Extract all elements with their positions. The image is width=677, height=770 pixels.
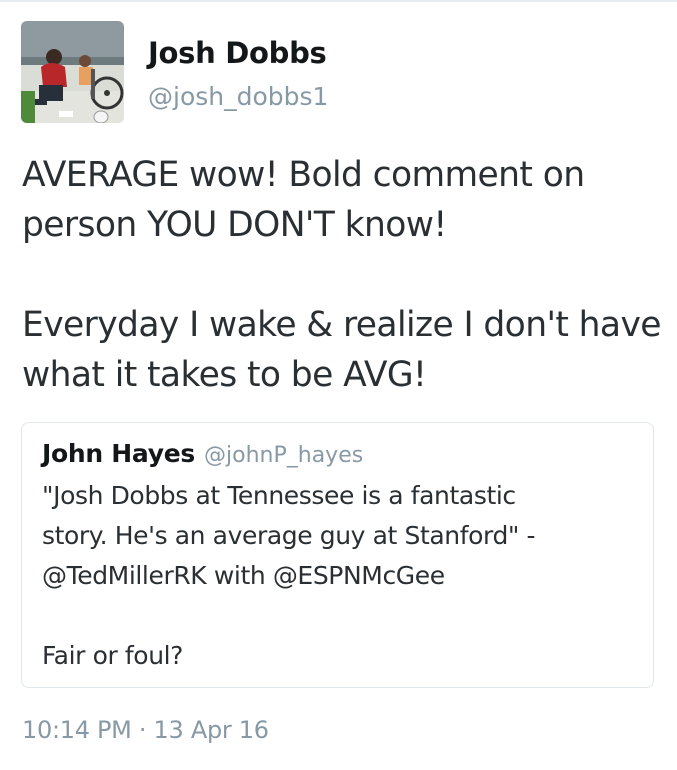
author-avatar[interactable] <box>21 21 124 123</box>
top-divider <box>0 0 677 2</box>
quoted-paragraph: Fair or foul? <box>42 636 642 676</box>
avatar-photo <box>21 21 124 123</box>
quoted-tweet-card[interactable]: John Hayes @johnP_hayes "Josh Dobbs at T… <box>21 422 654 688</box>
quoted-author-handle: @johnP_hayes <box>204 443 364 468</box>
quoted-line: @TedMillerRK with @ESPNMcGee <box>42 561 445 590</box>
quoted-line: story. He's an average guy at Stanford" … <box>42 521 536 550</box>
tweet-paragraph: Everyday I wake & realize I don't have w… <box>22 300 662 400</box>
author-handle[interactable]: @josh_dobbs1 <box>148 82 328 111</box>
tweet-timestamp[interactable]: 10:14 PM · 13 Apr 16 <box>22 716 269 744</box>
tweet-paragraph: AVERAGE wow! Bold comment on person YOU … <box>22 150 662 250</box>
quoted-line: "Josh Dobbs at Tennessee is a fantastic <box>42 481 516 510</box>
tweet-line: Everyday I wake & realize I don't have <box>22 305 661 345</box>
tweet-line: person YOU DON'T know! <box>22 205 447 245</box>
quoted-tweet-header: John Hayes @johnP_hayes <box>42 439 363 468</box>
quoted-paragraph: "Josh Dobbs at Tennessee is a fantastic … <box>42 476 642 596</box>
tweet-line: what it takes to be AVG! <box>22 355 427 395</box>
tweet-text: AVERAGE wow! Bold comment on person YOU … <box>22 150 662 400</box>
author-display-name[interactable]: Josh Dobbs <box>148 36 327 70</box>
tweet-line: AVERAGE wow! Bold comment on <box>22 155 585 195</box>
quoted-tweet-text: "Josh Dobbs at Tennessee is a fantastic … <box>42 476 642 676</box>
quoted-author-name: John Hayes <box>42 439 195 468</box>
quoted-line: Fair or foul? <box>42 641 184 670</box>
